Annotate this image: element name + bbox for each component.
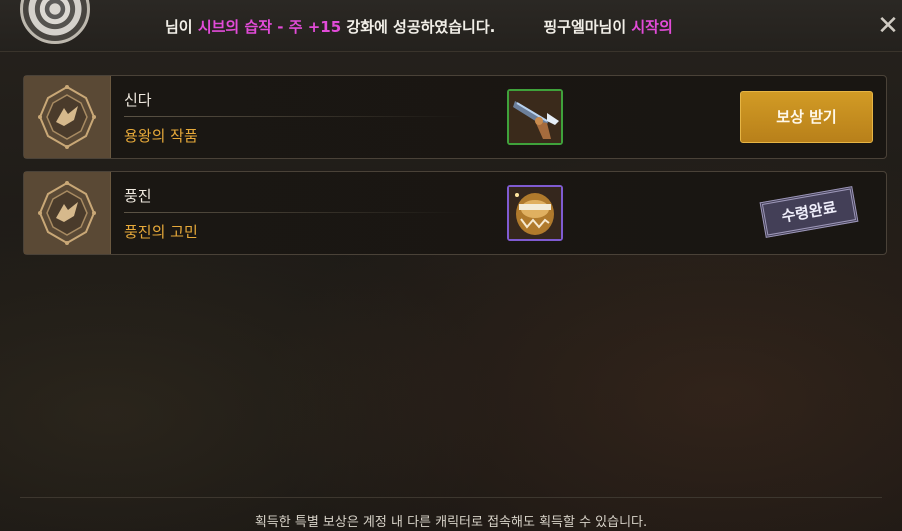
ticker-text: 강화에 성공하였습니다. [341, 18, 496, 36]
footer-note: 획득한 특별 보상은 계정 내 다른 캐릭터로 접속해도 획득할 수 있습니다. [254, 515, 648, 530]
winged-emblem-icon [38, 85, 96, 149]
ticker-item-name: 시브의 습작 - 주 +15 [197, 18, 342, 36]
close-icon: ✕ [877, 11, 899, 41]
reward-item-slot[interactable] [507, 89, 563, 145]
claimed-stamp: 수령완료 [759, 186, 859, 238]
divider [20, 497, 882, 498]
divider [124, 212, 464, 213]
ticker-item-name: 시작의 [631, 18, 673, 36]
mechanical-crossbow-icon [509, 91, 561, 143]
reward-row: 신다 용왕의 작품 보상 받기 [23, 75, 887, 159]
reward-title: 신다 [124, 91, 152, 109]
reward-title: 풍진 [124, 187, 152, 205]
reward-subtitle: 용왕의 작품 [124, 127, 198, 145]
ticker-text: 님이 [165, 18, 198, 36]
winged-emblem-icon [38, 181, 96, 245]
claim-reward-button[interactable]: 보상 받기 [740, 91, 873, 143]
close-button[interactable]: ✕ [874, 12, 902, 40]
ticker-player-name: 핑구엘마님이 [543, 18, 632, 36]
divider [124, 116, 464, 117]
notification-bar: 님이 시브의 습작 - 주 +15 강화에 성공하였습니다. 핑구엘마님이 시작의… [0, 0, 902, 52]
target-emblem-icon [20, 0, 90, 44]
golden-orb-icon [509, 187, 561, 239]
reward-subtitle: 풍진의 고민 [124, 223, 198, 241]
reward-row: 풍진 풍진의 고민 수령완료 [23, 171, 887, 255]
reward-badge [24, 172, 111, 254]
notification-ticker: 님이 시브의 습작 - 주 +15 강화에 성공하였습니다. 핑구엘마님이 시작의 [165, 16, 855, 38]
reward-item-slot[interactable] [507, 185, 563, 241]
reward-badge [24, 76, 111, 158]
